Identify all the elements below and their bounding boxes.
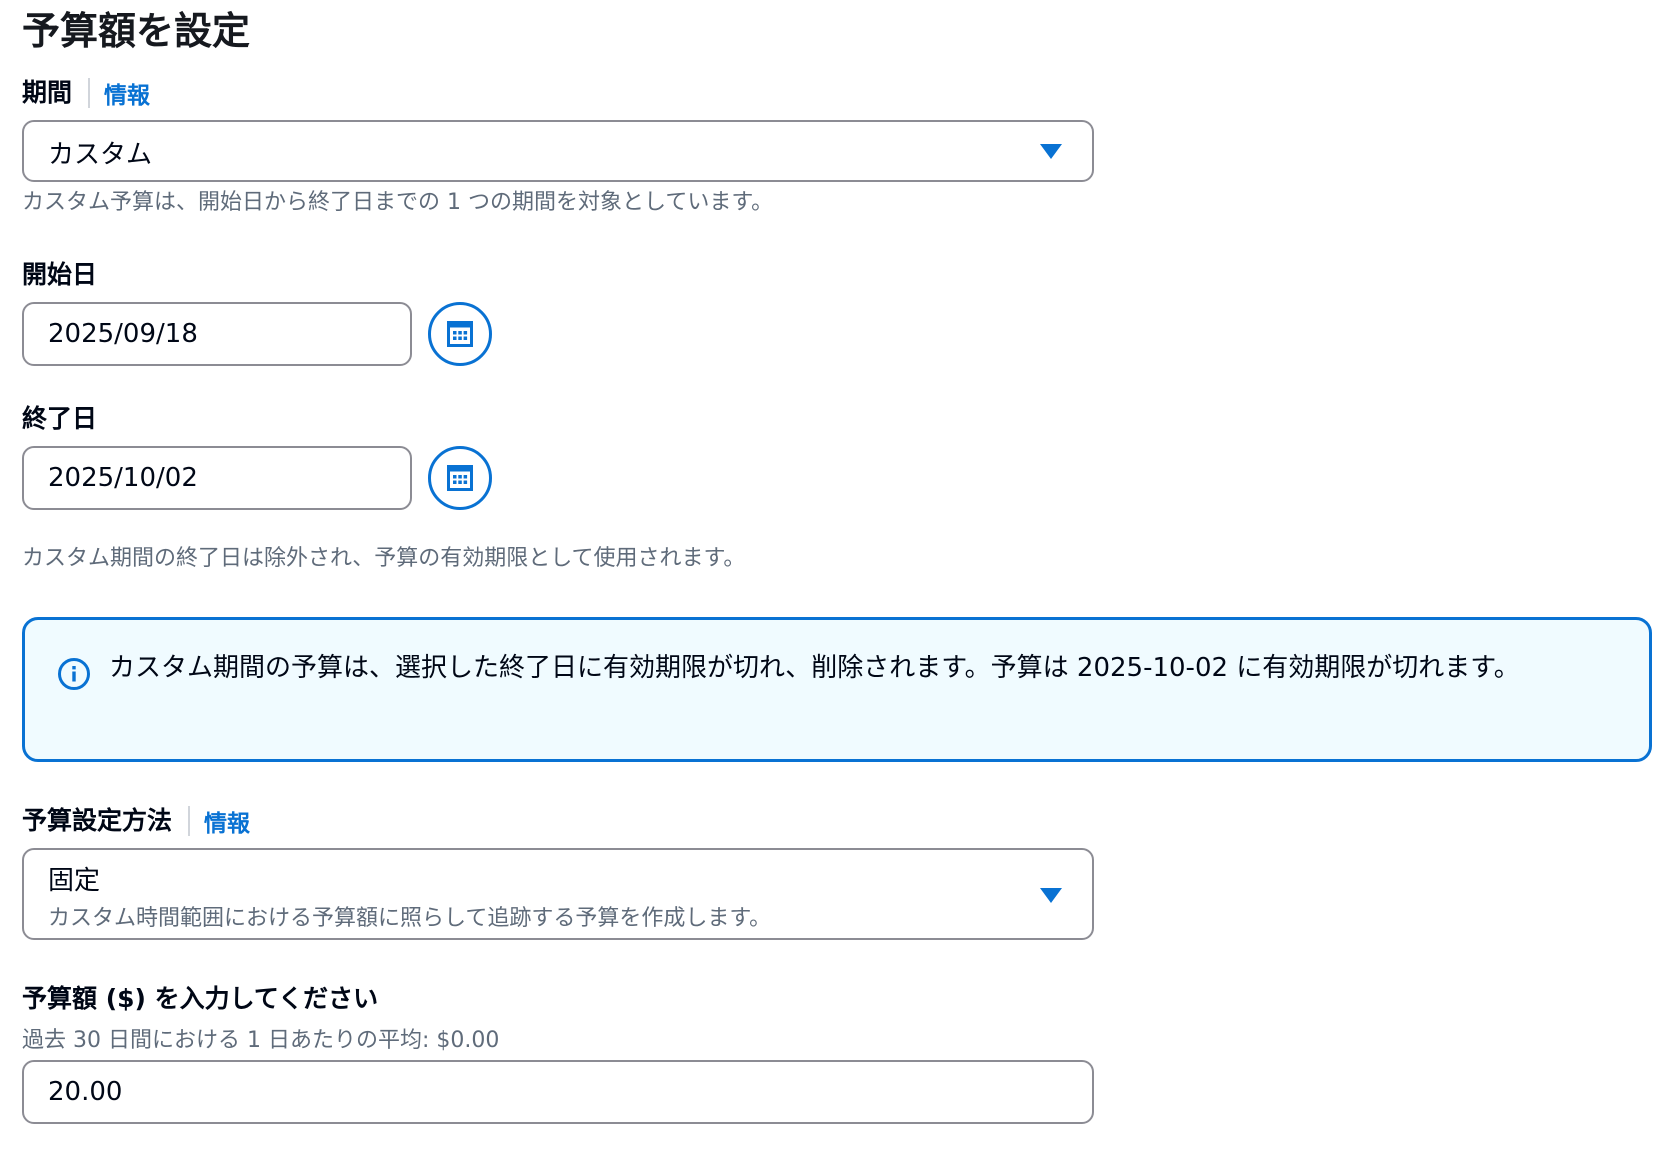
calendar-icon [447,465,473,491]
amount-label-row: 予算額 ($) を入力してください [22,982,378,1016]
caret-down-icon [1040,888,1062,903]
method-select[interactable]: 固定 カスタム時間範囲における予算額に照らして追跡する予算を作成します。 [22,848,1094,940]
period-label: 期間 [22,78,73,107]
end-date-calendar-button[interactable] [428,446,492,510]
start-date-calendar-button[interactable] [428,302,492,366]
amount-label: 予算額 ($) を入力してください [22,984,379,1013]
method-select-description: カスタム時間範囲における予算額に照らして追跡する予算を作成します。 [48,906,772,931]
end-date-label-row: 終了日 [22,402,97,436]
method-select-value: 固定 [48,866,101,896]
end-date-hint: カスタム期間の終了日は除外され、予算の有効期限として使用されます。 [22,546,746,571]
period-select[interactable]: カスタム [22,120,1094,182]
method-label: 予算設定方法 [22,806,173,835]
page-title: 予算額を設定 [22,9,251,53]
info-circle-icon [58,658,90,690]
end-date-label: 終了日 [22,404,98,433]
calendar-icon [447,321,473,347]
method-info-link[interactable]: 情報 [204,804,250,838]
alert-message: カスタム期間の予算は、選択した終了日に有効期限が切れ、削除されます。予算は 20… [109,653,1520,683]
amount-helper-text: 過去 30 日間における 1 日あたりの平均: $0.00 [22,1028,500,1053]
label-divider [88,78,91,108]
expiration-info-alert: カスタム期間の予算は、選択した終了日に有効期限が切れ、削除されます。予算は 20… [22,617,1652,762]
period-info-link[interactable]: 情報 [104,76,150,110]
start-date-label: 開始日 [22,260,98,289]
period-hint: カスタム予算は、開始日から終了日までの 1 つの期間を対象としています。 [22,190,774,215]
label-divider [188,806,191,836]
budget-amount-page: 予算額を設定 期間 情報 カスタム カスタム予算は、開始日から終了日までの 1 … [0,0,1662,1150]
end-date-input[interactable]: 2025/10/02 [22,446,412,510]
method-label-row: 予算設定方法 情報 [22,804,250,838]
start-date-label-row: 開始日 [22,258,97,292]
period-label-row: 期間 情報 [22,76,150,110]
period-select-value: カスタム [48,140,153,170]
caret-down-icon [1040,144,1062,159]
start-date-input[interactable]: 2025/09/18 [22,302,412,366]
budget-amount-input[interactable]: 20.00 [22,1060,1094,1124]
